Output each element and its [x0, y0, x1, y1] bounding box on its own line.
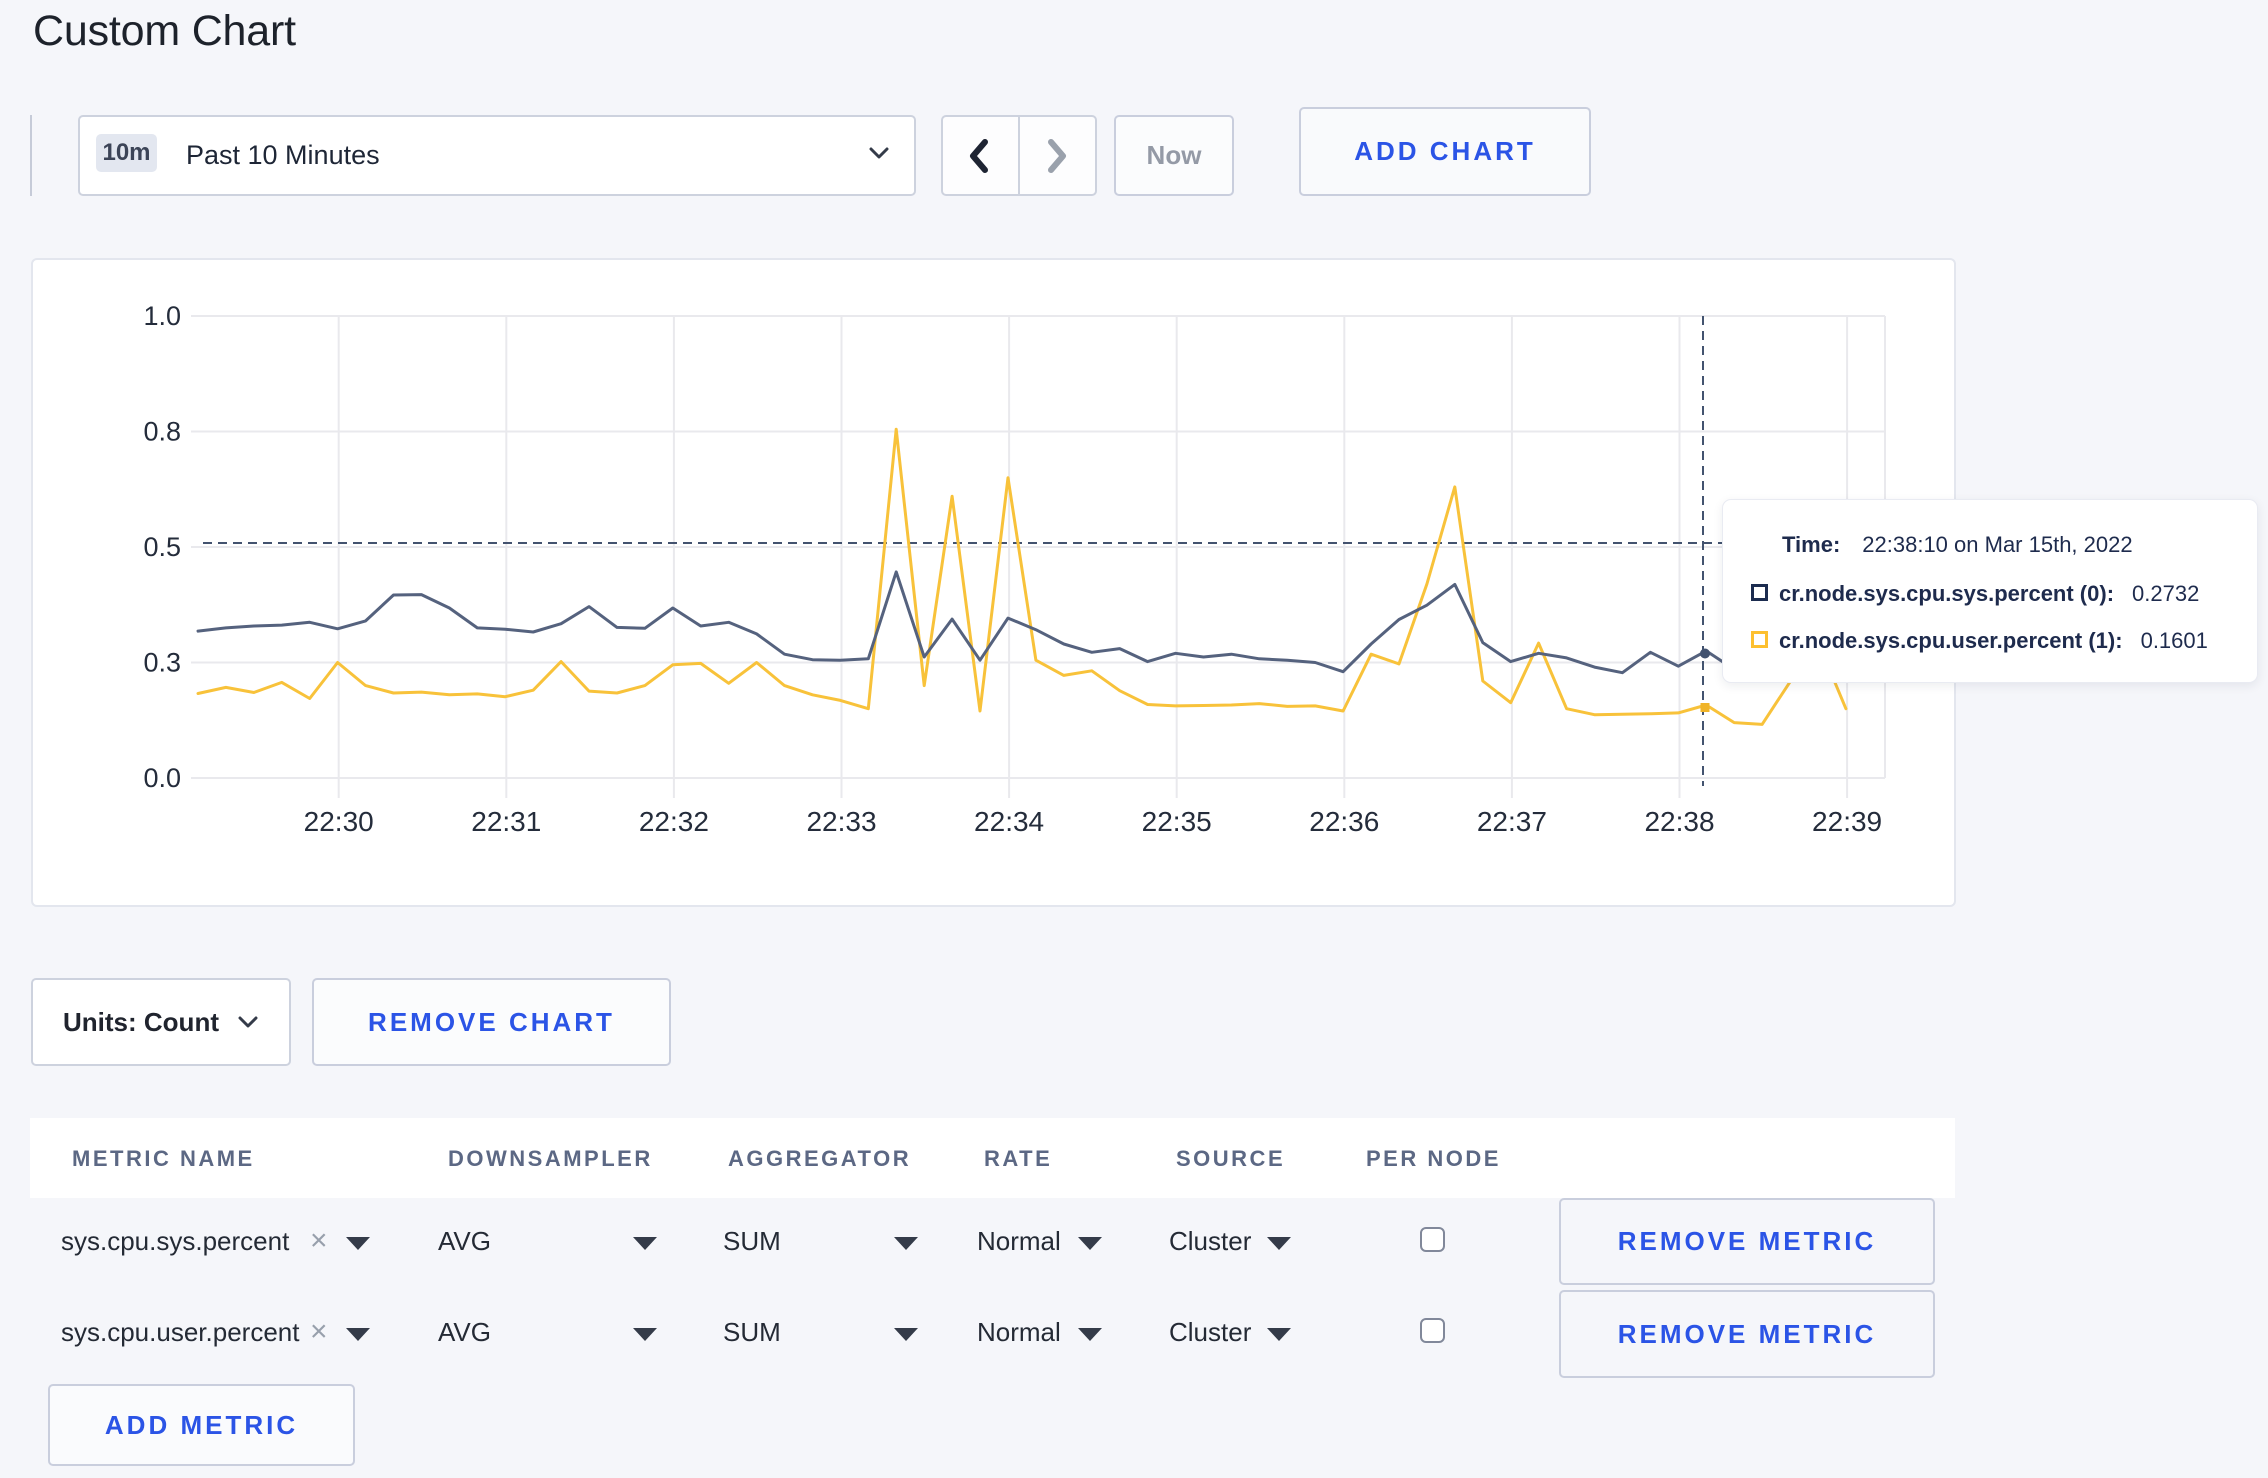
svg-text:22:31: 22:31	[471, 806, 541, 837]
svg-text:1.0: 1.0	[143, 301, 181, 331]
svg-text:22:36: 22:36	[1309, 806, 1379, 837]
svg-text:0.0: 0.0	[143, 763, 181, 793]
svg-text:22:39: 22:39	[1812, 806, 1882, 837]
svg-text:22:38: 22:38	[1644, 806, 1714, 837]
svg-text:22:33: 22:33	[806, 806, 876, 837]
svg-text:22:35: 22:35	[1142, 806, 1212, 837]
svg-text:22:34: 22:34	[974, 806, 1044, 837]
svg-text:0.3: 0.3	[143, 648, 181, 678]
svg-text:0.8: 0.8	[143, 417, 181, 447]
svg-text:22:30: 22:30	[304, 806, 374, 837]
svg-text:0.5: 0.5	[143, 532, 181, 562]
svg-text:22:32: 22:32	[639, 806, 709, 837]
svg-text:22:37: 22:37	[1477, 806, 1547, 837]
